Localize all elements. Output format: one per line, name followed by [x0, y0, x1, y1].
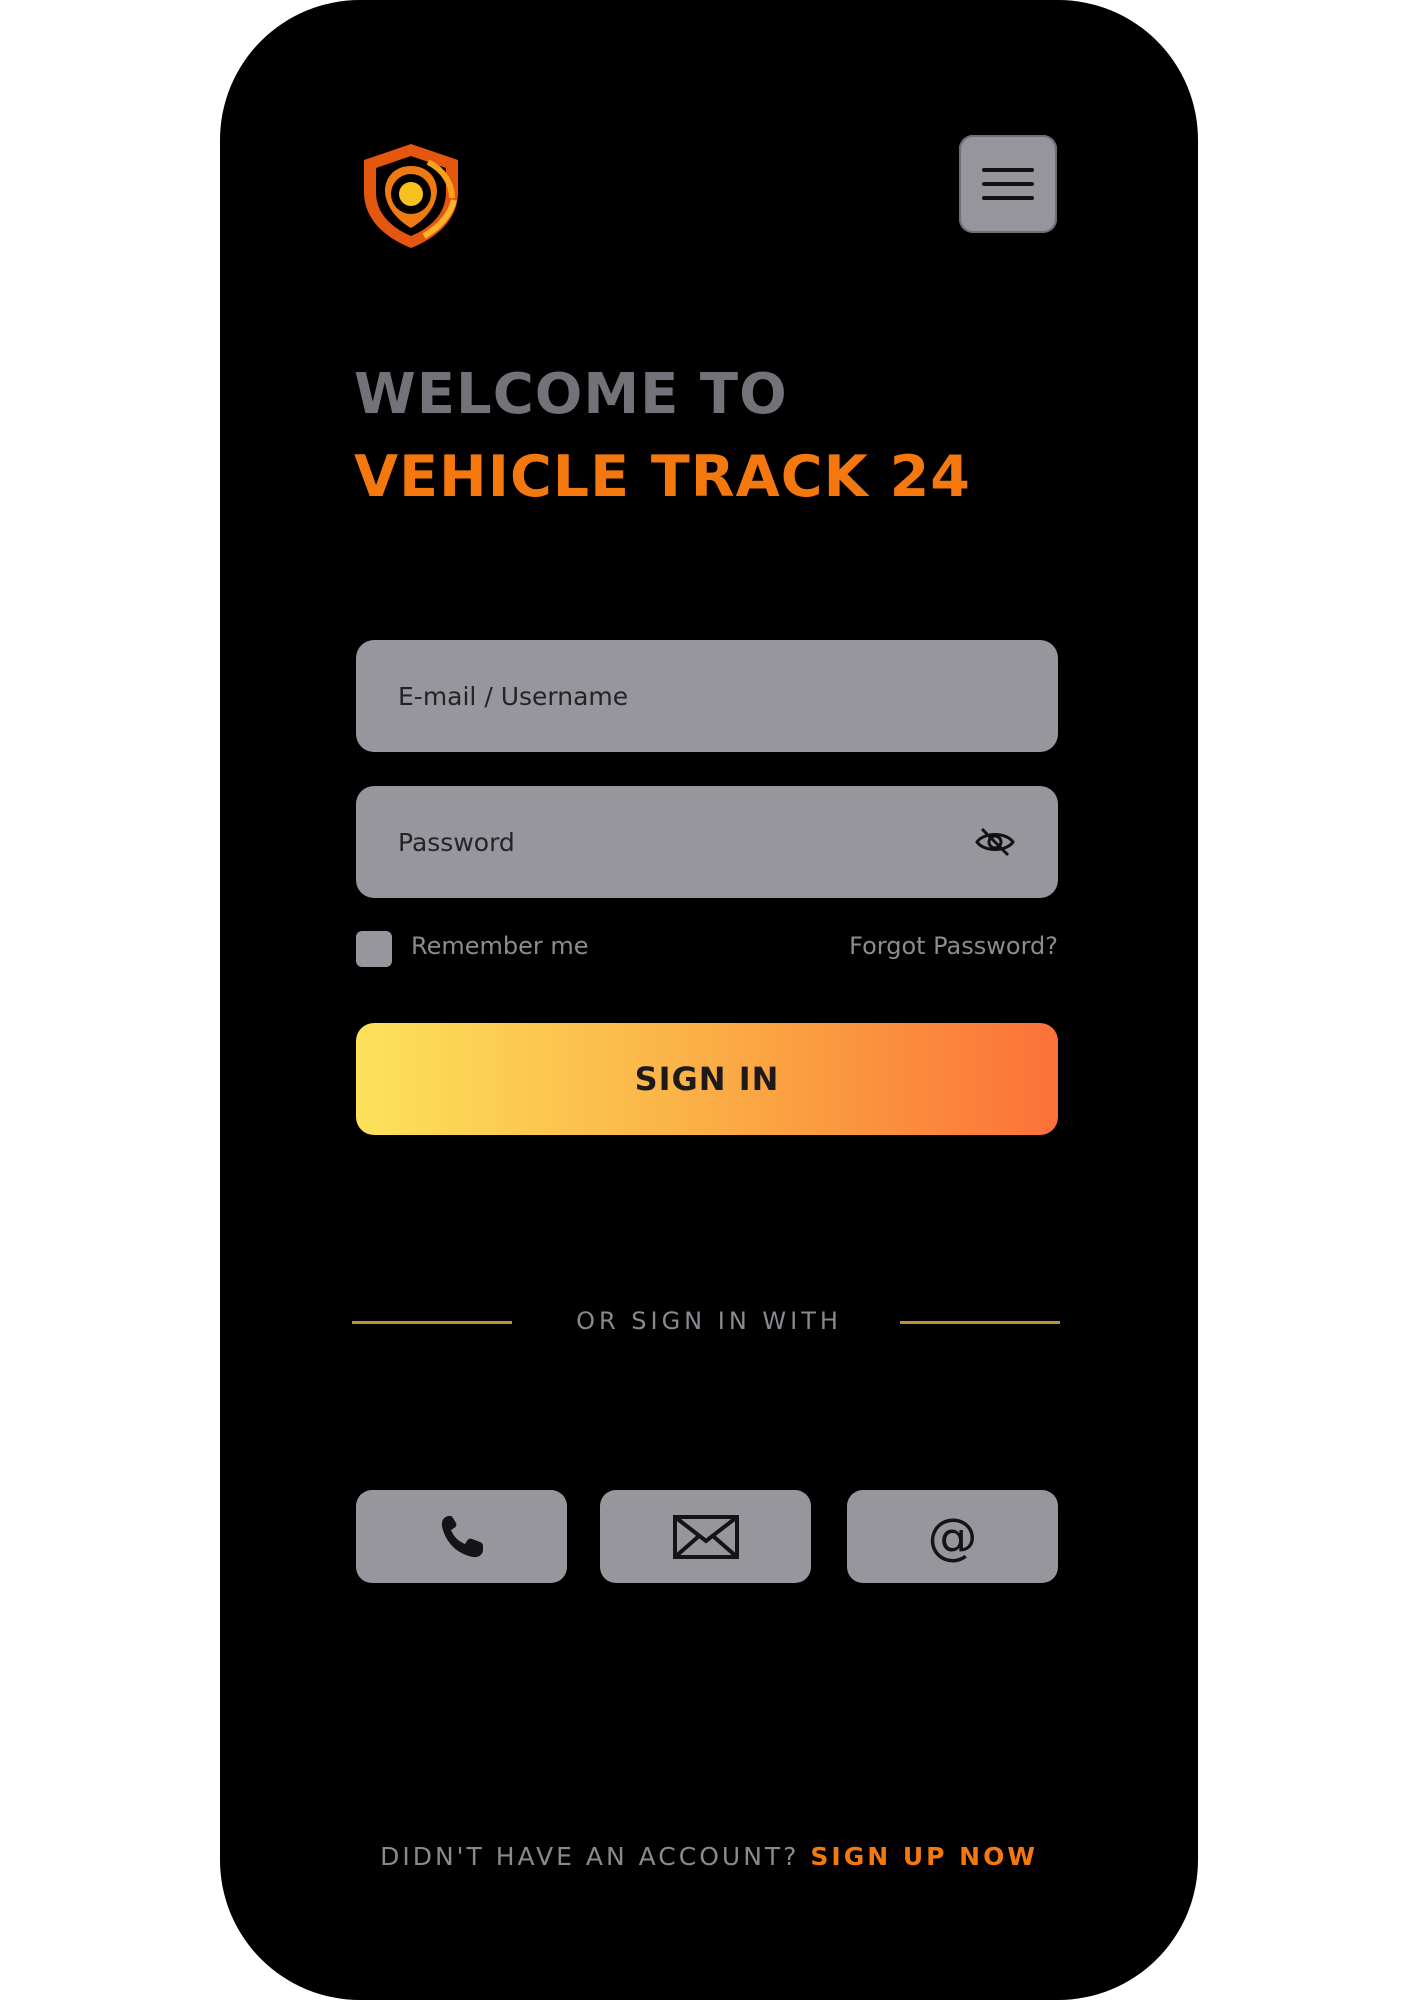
welcome-heading: WELCOME TO [354, 362, 788, 427]
email-input[interactable] [396, 680, 960, 712]
password-field[interactable] [356, 786, 1058, 898]
email-signin-button[interactable] [600, 1490, 811, 1583]
sign-in-button[interactable]: SIGN IN [356, 1023, 1058, 1135]
alt-signin-label: OR SIGN IN WITH [576, 1307, 842, 1335]
divider-right [900, 1321, 1060, 1324]
forgot-password-link[interactable]: Forgot Password? [849, 932, 1058, 960]
mail-icon [672, 1514, 739, 1559]
divider-left [352, 1321, 512, 1324]
email-field[interactable] [356, 640, 1058, 752]
remember-me-label: Remember me [411, 932, 589, 960]
at-signin-button[interactable]: @ [847, 1490, 1058, 1583]
signup-prompt-text: DIDN'T HAVE AN ACCOUNT? [380, 1842, 800, 1871]
shield-location-logo [354, 140, 468, 252]
sign-up-link[interactable]: SIGN UP NOW [810, 1842, 1038, 1871]
signup-prompt: DIDN'T HAVE AN ACCOUNT? SIGN UP NOW [220, 1842, 1198, 1871]
hamburger-menu-icon [982, 168, 1034, 200]
menu-button[interactable] [959, 135, 1057, 233]
eye-slash-icon[interactable] [974, 824, 1016, 860]
phone-icon [441, 1515, 483, 1557]
at-icon: @ [927, 1507, 978, 1566]
remember-me-checkbox[interactable] [356, 931, 392, 967]
phone-signin-button[interactable] [356, 1490, 567, 1583]
phone-screen: WELCOME TO VEHICLE TRACK 24 Remember me … [220, 0, 1198, 2000]
password-input[interactable] [396, 826, 960, 858]
app-name-heading: VEHICLE TRACK 24 [354, 444, 971, 510]
